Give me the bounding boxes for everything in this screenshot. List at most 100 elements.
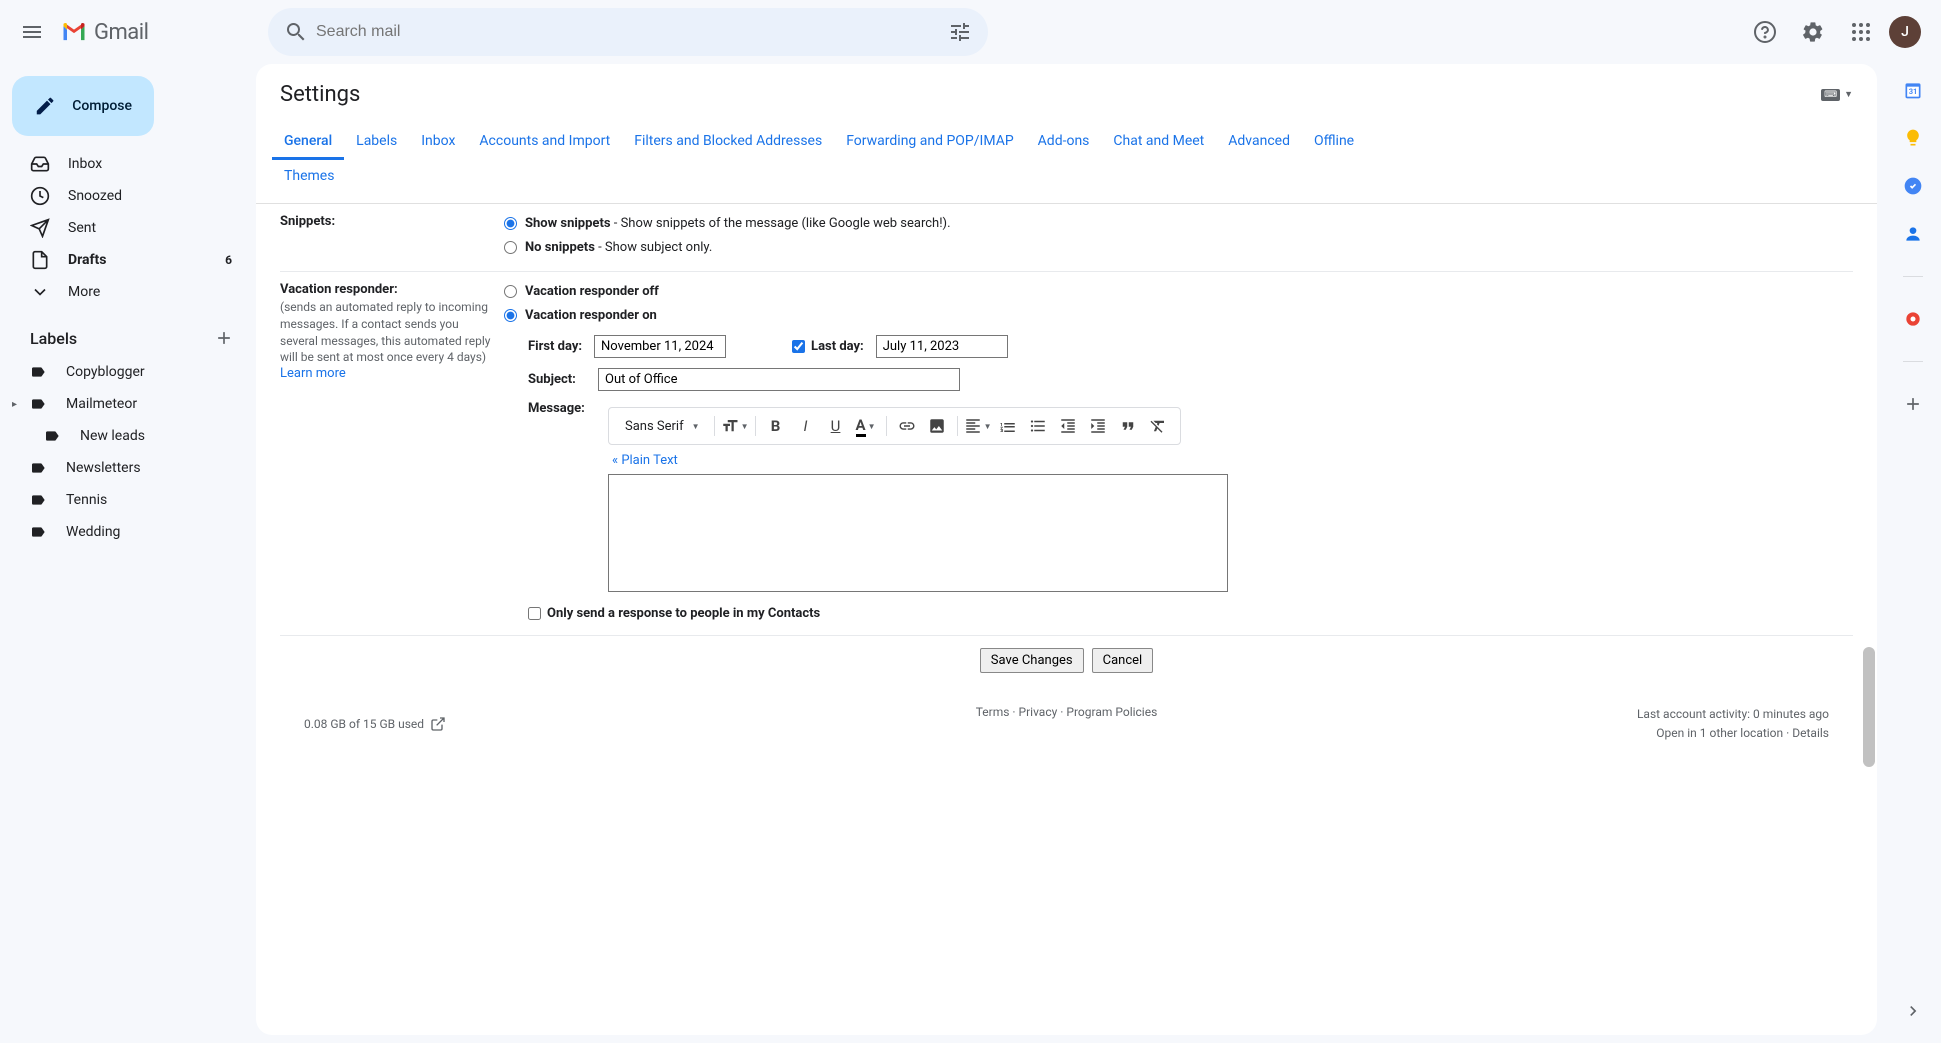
- main-menu-button[interactable]: [8, 8, 56, 56]
- keep-app-button[interactable]: [1903, 128, 1923, 148]
- tab-labels[interactable]: Labels: [344, 125, 409, 160]
- search-button[interactable]: [276, 12, 316, 52]
- sidebar-item-snoozed[interactable]: Snoozed: [8, 180, 244, 212]
- font-selector[interactable]: Sans Serif▼: [617, 415, 708, 438]
- label-item-tennis[interactable]: Tennis: [8, 484, 244, 516]
- snippets-option-label: Show snippets: [525, 216, 611, 231]
- cancel-button[interactable]: Cancel: [1092, 648, 1154, 673]
- tab-accounts-and-import[interactable]: Accounts and Import: [467, 125, 622, 160]
- sidebar-item-more[interactable]: More: [8, 276, 244, 308]
- vacation-learn-more-link[interactable]: Learn more: [280, 366, 346, 381]
- underline-button[interactable]: U: [822, 412, 850, 440]
- add-label-button[interactable]: [212, 326, 236, 350]
- clock-icon: [30, 186, 50, 206]
- compose-button[interactable]: Compose: [12, 76, 154, 136]
- activity-text: Last account activity: 0 minutes ago: [1321, 705, 1829, 724]
- expand-panel-button[interactable]: [1897, 995, 1929, 1027]
- tab-general[interactable]: General: [272, 125, 344, 160]
- bullet-list-button[interactable]: [1024, 412, 1052, 440]
- support-button[interactable]: [1745, 12, 1785, 52]
- search-options-button[interactable]: [940, 12, 980, 52]
- text-size-icon: [721, 417, 739, 435]
- image-icon: [928, 417, 946, 435]
- terms-link[interactable]: Terms: [976, 705, 1010, 719]
- tab-forwarding-and-pop-imap[interactable]: Forwarding and POP/IMAP: [834, 125, 1025, 160]
- addon-button[interactable]: [1903, 309, 1923, 329]
- subject-input[interactable]: [598, 368, 960, 391]
- label-item-newsletters[interactable]: Newsletters: [8, 452, 244, 484]
- link-icon: [898, 417, 916, 435]
- indent-less-button[interactable]: [1054, 412, 1082, 440]
- sidebar-item-inbox[interactable]: Inbox: [8, 148, 244, 180]
- last-day-input[interactable]: [876, 335, 1008, 358]
- plain-text-link[interactable]: « Plain Text: [612, 453, 678, 468]
- snippets-radio-1[interactable]: [504, 241, 517, 254]
- message-body-input[interactable]: [608, 474, 1228, 592]
- align-icon: [964, 417, 982, 435]
- label-icon: [30, 364, 46, 380]
- get-addons-button[interactable]: [1903, 394, 1923, 414]
- vacation-radio-0[interactable]: [504, 285, 517, 298]
- tab-offline[interactable]: Offline: [1302, 125, 1366, 160]
- tab-add-ons[interactable]: Add-ons: [1026, 125, 1102, 160]
- label-icon: [30, 460, 46, 476]
- label-item-new-leads[interactable]: New leads: [8, 420, 244, 452]
- expand-toggle[interactable]: ▸: [12, 399, 17, 410]
- sidebar-item-label: Sent: [68, 220, 232, 236]
- file-icon: [30, 250, 50, 270]
- sidebar-item-label: Snoozed: [68, 188, 232, 204]
- keep-icon: [1903, 128, 1923, 148]
- inbox-icon: [30, 154, 50, 174]
- label-item-copyblogger[interactable]: Copyblogger: [8, 356, 244, 388]
- quote-button[interactable]: [1114, 412, 1142, 440]
- tab-themes[interactable]: Themes: [272, 160, 346, 195]
- snippets-label: Snippets:: [280, 214, 335, 229]
- open-external-button[interactable]: [430, 716, 446, 732]
- setting-snippets: Snippets: Show snippets - Show snippets …: [280, 204, 1853, 272]
- contacts-only-checkbox[interactable]: [528, 607, 541, 620]
- apps-button[interactable]: [1841, 12, 1881, 52]
- main-panel: Settings ⌨ ▼ GeneralLabelsInboxAccounts …: [256, 64, 1877, 1035]
- snippets-radio-0[interactable]: [504, 217, 517, 230]
- label-item-wedding[interactable]: Wedding: [8, 516, 244, 548]
- account-avatar[interactable]: J: [1889, 16, 1921, 48]
- policies-link[interactable]: Program Policies: [1066, 705, 1157, 719]
- details-link[interactable]: Details: [1792, 726, 1829, 740]
- image-button[interactable]: [923, 412, 951, 440]
- vertical-scrollbar[interactable]: [1863, 647, 1875, 767]
- label-item-mailmeteor[interactable]: ▸Mailmeteor: [8, 388, 244, 420]
- tasks-icon: [1903, 176, 1923, 196]
- align-button[interactable]: ▼: [964, 412, 992, 440]
- font-size-button[interactable]: ▼: [721, 412, 749, 440]
- setting-vacation: Vacation responder: (sends an automated …: [280, 272, 1853, 636]
- input-tools-button[interactable]: ⌨ ▼: [1821, 89, 1853, 101]
- remove-format-button[interactable]: [1144, 412, 1172, 440]
- gmail-logo[interactable]: Gmail: [60, 18, 148, 46]
- tab-filters-and-blocked-addresses[interactable]: Filters and Blocked Addresses: [622, 125, 834, 160]
- label-icon: [30, 492, 46, 508]
- first-day-label: First day:: [528, 339, 582, 354]
- text-color-button[interactable]: A▼: [852, 412, 880, 440]
- tab-chat-and-meet[interactable]: Chat and Meet: [1101, 125, 1216, 160]
- tasks-app-button[interactable]: [1903, 176, 1923, 196]
- bold-button[interactable]: B: [762, 412, 790, 440]
- sidebar-item-sent[interactable]: Sent: [8, 212, 244, 244]
- first-day-input[interactable]: [594, 335, 726, 358]
- contacts-app-button[interactable]: [1903, 224, 1923, 244]
- indent-more-button[interactable]: [1084, 412, 1112, 440]
- vacation-label: Vacation responder:: [280, 282, 498, 297]
- save-button[interactable]: Save Changes: [980, 648, 1084, 673]
- calendar-app-button[interactable]: 31: [1903, 80, 1923, 100]
- privacy-link[interactable]: Privacy: [1019, 705, 1058, 719]
- vacation-radio-1[interactable]: [504, 309, 517, 322]
- numbered-list-button[interactable]: [994, 412, 1022, 440]
- numbered-list-icon: [999, 417, 1017, 435]
- search-input[interactable]: [316, 23, 940, 41]
- link-button[interactable]: [893, 412, 921, 440]
- tab-advanced[interactable]: Advanced: [1216, 125, 1302, 160]
- italic-button[interactable]: I: [792, 412, 820, 440]
- sidebar-item-drafts[interactable]: Drafts6: [8, 244, 244, 276]
- tab-inbox[interactable]: Inbox: [409, 125, 467, 160]
- last-day-checkbox[interactable]: [792, 340, 805, 353]
- settings-button[interactable]: [1793, 12, 1833, 52]
